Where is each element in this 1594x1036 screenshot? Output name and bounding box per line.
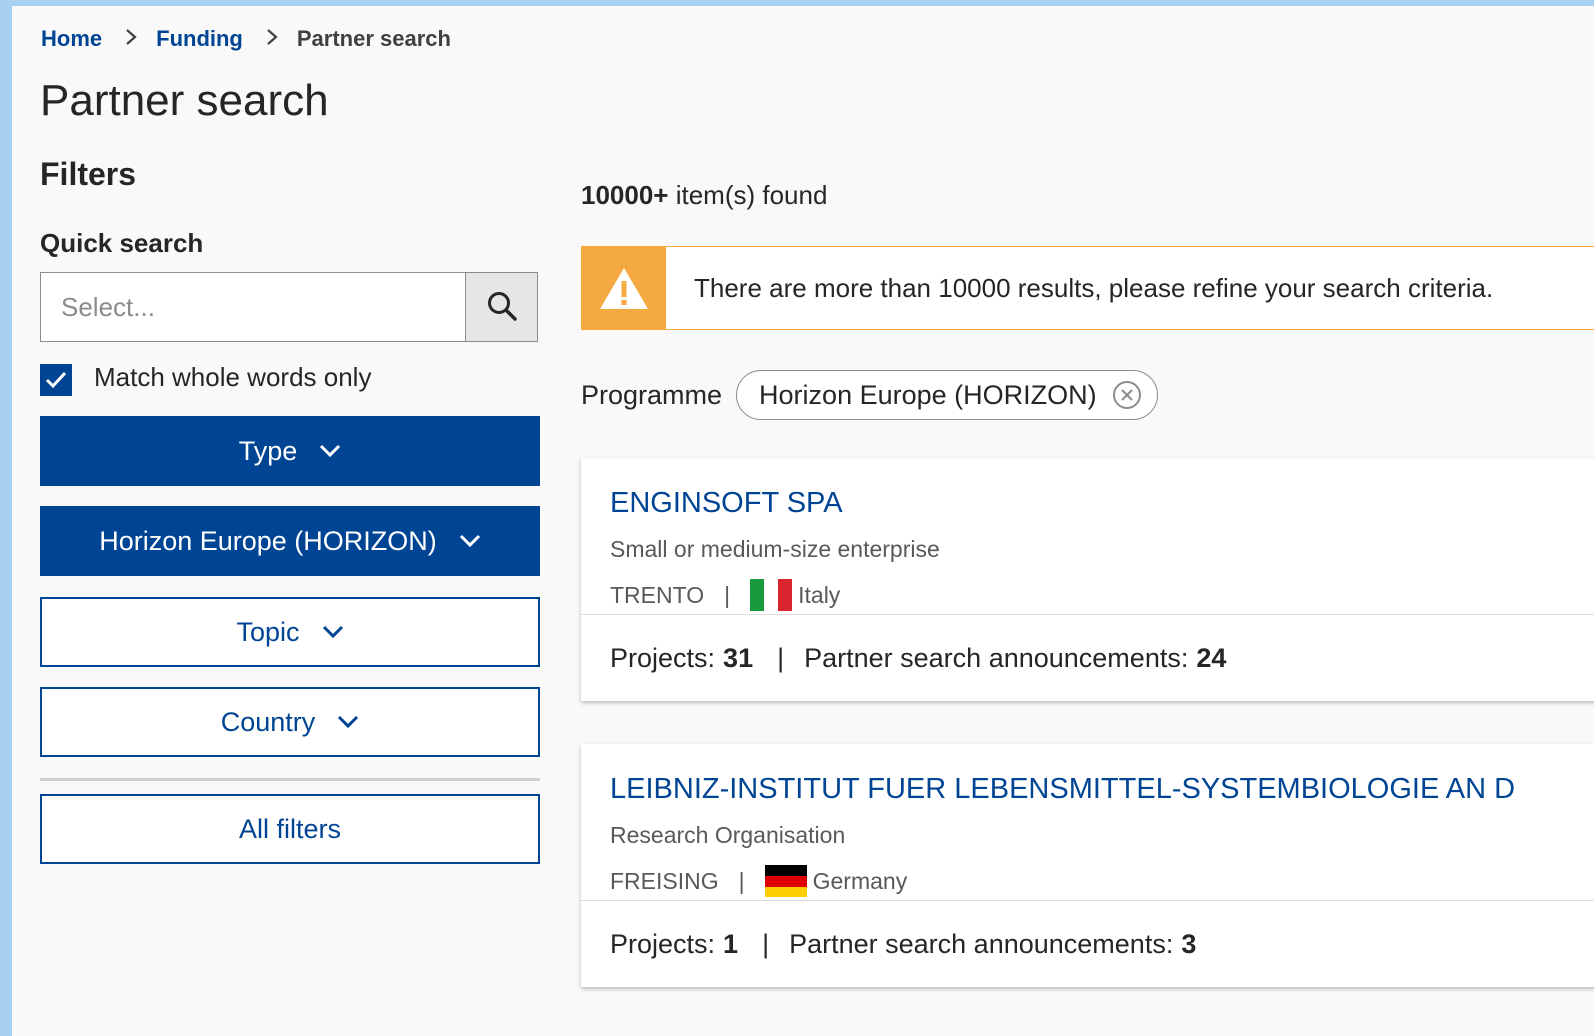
projects-label: Projects: (610, 642, 716, 673)
result-card-footer: Projects: 31 | Partner search announceme… (610, 642, 1227, 673)
all-filters-label: All filters (238, 813, 341, 844)
match-whole-words-checkbox[interactable] (40, 364, 72, 396)
breadcrumb-funding[interactable]: Funding (156, 26, 243, 52)
search-button[interactable] (465, 273, 537, 341)
match-whole-words-row: Match whole words only (40, 358, 371, 396)
type-filter-label: Type (238, 435, 298, 466)
chevron-down-icon (459, 534, 481, 548)
organisation-location: TRENTO | Italy (610, 579, 1583, 611)
italy-flag-icon (750, 579, 793, 611)
organisation-type: Small or medium-size enterprise (610, 536, 940, 562)
remove-filter-icon[interactable] (1111, 379, 1143, 411)
quick-search-label: Quick search (40, 228, 204, 258)
active-filters: Programme Horizon Europe (HORIZON) (581, 370, 1158, 420)
check-icon (45, 371, 67, 389)
country-filter-label: Country (220, 706, 316, 737)
country-filter-button[interactable]: Country (40, 687, 540, 757)
announcements-label: Partner search announcements: (804, 642, 1189, 673)
chevron-down-icon (319, 444, 341, 458)
result-card: ENGINSOFT SPA Small or medium-size enter… (581, 458, 1594, 701)
topic-filter-button[interactable]: Topic (40, 597, 540, 667)
breadcrumb-current: Partner search (296, 26, 451, 51)
quick-search-input[interactable] (41, 273, 465, 341)
filters-heading: Filters (40, 156, 137, 192)
page-title: Partner search (40, 76, 329, 125)
results-count: 10000+ item(s) found (581, 180, 827, 211)
organisation-type: Research Organisation (610, 822, 846, 848)
results-count-number: 10000+ (581, 180, 669, 210)
filters-divider (40, 778, 540, 781)
breadcrumb-home[interactable]: Home (41, 26, 102, 52)
programme-filter-label: Horizon Europe (HORIZON) (99, 525, 437, 556)
chevron-down-icon (322, 625, 344, 639)
announcements-count: 3 (1181, 928, 1197, 959)
organisation-location: FREISING | Germany (610, 865, 1583, 897)
germany-flag-icon (764, 865, 807, 897)
breadcrumb: Home Funding Partner search (41, 26, 451, 52)
topic-filter-label: Topic (236, 616, 300, 647)
projects-count: 1 (723, 928, 739, 959)
warning-icon (582, 247, 666, 329)
active-filter-chip-label: Horizon Europe (HORIZON) (759, 379, 1097, 410)
organisation-city: FREISING (610, 867, 719, 894)
active-filter-chip: Horizon Europe (HORIZON) (736, 370, 1158, 420)
warning-alert: There are more than 10000 results, pleas… (581, 246, 1594, 330)
result-card-footer: Projects: 1 | Partner search announcemen… (610, 928, 1197, 959)
projects-label: Projects: (610, 928, 716, 959)
result-card: LEIBNIZ-INSTITUT FUER LEBENSMITTEL-SYSTE… (581, 744, 1594, 987)
chevron-down-icon (337, 715, 359, 729)
announcements-count: 24 (1196, 642, 1227, 673)
programme-filter-button[interactable]: Horizon Europe (HORIZON) (40, 506, 540, 576)
all-filters-button[interactable]: All filters (40, 794, 540, 864)
organisation-name-link[interactable]: LEIBNIZ-INSTITUT FUER LEBENSMITTEL-SYSTE… (610, 772, 1583, 806)
organisation-city: TRENTO (610, 581, 705, 608)
chevron-right-icon (265, 26, 279, 52)
active-filter-label: Programme (581, 379, 723, 410)
warning-alert-text: There are more than 10000 results, pleas… (694, 272, 1494, 303)
page: Home Funding Partner search Partner sear… (12, 6, 1594, 1036)
match-whole-words-label[interactable]: Match whole words only (94, 362, 371, 393)
projects-count: 31 (723, 642, 754, 673)
results-count-suffix: item(s) found (675, 180, 828, 210)
organisation-country: Italy (798, 581, 841, 608)
quick-search-box (40, 272, 538, 342)
organisation-name-link[interactable]: ENGINSOFT SPA (610, 486, 1583, 520)
search-icon (486, 290, 518, 325)
type-filter-button[interactable]: Type (40, 416, 540, 486)
announcements-label: Partner search announcements: (789, 928, 1174, 959)
result-card-header: ENGINSOFT SPA Small or medium-size enter… (581, 458, 1594, 615)
result-card-header: LEIBNIZ-INSTITUT FUER LEBENSMITTEL-SYSTE… (581, 744, 1594, 901)
organisation-country: Germany (812, 867, 908, 894)
chevron-right-icon (124, 26, 138, 52)
